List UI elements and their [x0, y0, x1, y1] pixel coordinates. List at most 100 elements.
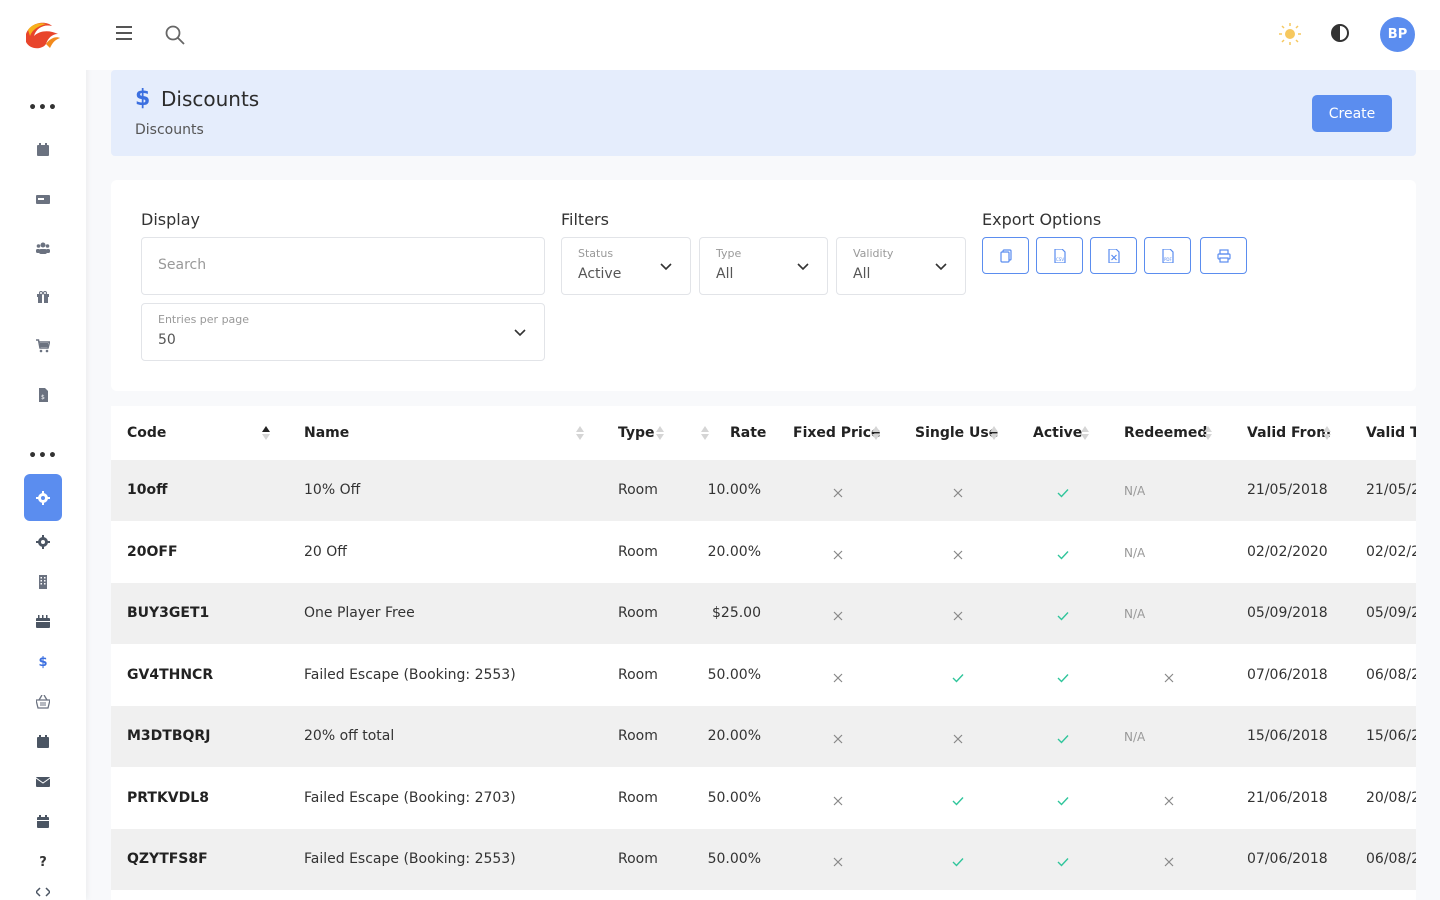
sidebar-item-basket[interactable] [24, 684, 62, 720]
sidebar-item-help[interactable]: ? [24, 844, 62, 880]
card-icon [36, 195, 50, 204]
check-icon [1057, 607, 1069, 621]
sort-icon[interactable] [1081, 426, 1089, 440]
user-avatar[interactable]: BP [1380, 17, 1415, 52]
col-active[interactable]: Active [1033, 425, 1082, 441]
sidebar-item-mail[interactable] [24, 764, 62, 800]
check-icon [1057, 792, 1069, 806]
cell-valid-to: 02/02/2 [1366, 544, 1416, 560]
sidebar-item-settings[interactable] [24, 524, 62, 560]
sort-icon[interactable] [990, 426, 998, 440]
sidebar-item-code[interactable] [24, 884, 62, 900]
cell-valid-to: 06/08/2 [1366, 667, 1416, 683]
cell-valid-to: 15/06/2 [1366, 728, 1416, 744]
page-title: Discounts [161, 87, 260, 111]
filter-card: Display Search Entries per page 50 Filte… [111, 180, 1416, 391]
sidebar-item-cards[interactable] [24, 181, 62, 217]
col-rate[interactable]: Rate [730, 425, 766, 441]
cell-rate: 50.00% [707, 851, 761, 867]
create-button[interactable]: Create [1312, 95, 1392, 132]
type-filter-select[interactable]: Type All [699, 237, 828, 295]
breadcrumb[interactable]: Discounts [135, 122, 204, 138]
sidebar-item-calendar-3[interactable] [24, 804, 62, 840]
check-icon [952, 669, 964, 683]
page-header: $ Discounts Discounts Create [111, 70, 1416, 156]
check-icon [1057, 853, 1069, 867]
cell-redeemed: N/A [1124, 607, 1146, 621]
sidebar-item-building[interactable] [24, 564, 62, 600]
validity-value: All [853, 266, 871, 282]
table-row[interactable]: 20OFF 20 Off Room 20.00% N/A 02/02/2020 02/02/… [111, 522, 1416, 583]
sidebar-item-calendar[interactable] [24, 132, 62, 168]
svg-text:$: $ [41, 394, 45, 401]
search-icon[interactable] [164, 24, 186, 46]
cell-code: M3DTBQRJ [127, 728, 211, 744]
sort-icon[interactable] [1204, 426, 1212, 440]
sort-icon[interactable] [576, 426, 584, 440]
sort-icon[interactable] [1323, 426, 1331, 440]
cell-valid-from: 07/06/2018 [1247, 851, 1328, 867]
svg-text:CSV: CSV [1056, 257, 1064, 262]
dollar-icon: $ [135, 86, 151, 111]
table-row[interactable]: GV4THNCR Failed Escape (Booking: 2553) Roo… [111, 645, 1416, 706]
search-input[interactable]: Search [141, 237, 545, 295]
sort-icon[interactable] [656, 426, 664, 440]
export-csv-button[interactable]: CSV [1036, 237, 1083, 274]
contrast-icon[interactable] [1329, 22, 1351, 44]
menu-toggle-icon[interactable] [116, 26, 132, 42]
sidebar-section-dots-1: ••• [28, 100, 58, 116]
cell-name: 10% Off [304, 482, 361, 498]
col-fixed-price[interactable]: Fixed Price [793, 425, 881, 441]
col-valid-to[interactable]: Valid To [1366, 425, 1416, 441]
cell-name: Failed Escape (Booking: 2553) [304, 851, 516, 867]
export-excel-button[interactable] [1090, 237, 1137, 274]
sidebar-item-discounts[interactable]: $ [24, 644, 62, 680]
cross-icon [952, 730, 964, 744]
sun-icon[interactable] [1278, 22, 1302, 46]
col-redeemed[interactable]: Redeemed [1124, 425, 1207, 441]
cell-rate: $25.00 [712, 605, 761, 621]
question-icon: ? [39, 854, 47, 870]
export-copy-button[interactable] [982, 237, 1029, 274]
cell-valid-to: 20/08/2 [1366, 790, 1416, 806]
logo-icon[interactable] [22, 20, 62, 52]
svg-text:PDF: PDF [1164, 257, 1172, 262]
sidebar-item-users[interactable] [24, 230, 62, 266]
col-name[interactable]: Name [304, 425, 349, 441]
cell-valid-from: 15/06/2018 [1247, 728, 1328, 744]
sort-icon[interactable] [872, 426, 880, 440]
cell-valid-to: 21/05/2 [1366, 482, 1416, 498]
cell-code: 10off [127, 482, 168, 498]
col-type[interactable]: Type [618, 425, 655, 441]
code-icon [36, 887, 50, 897]
sidebar-item-cart[interactable] [24, 328, 62, 364]
print-icon [1216, 248, 1231, 263]
table-row[interactable]: PRTKVDL8 Failed Escape (Booking: 2703) Roo… [111, 768, 1416, 829]
cell-type: Room [618, 482, 658, 498]
entries-per-page-select[interactable]: Entries per page 50 [141, 303, 545, 361]
sidebar-item-settings-active[interactable] [24, 474, 62, 521]
col-code[interactable]: Code [127, 425, 166, 441]
export-pdf-button[interactable]: PDF [1144, 237, 1191, 274]
sort-asc-icon[interactable] [262, 426, 270, 440]
validity-filter-select[interactable]: Validity All [836, 237, 966, 295]
sidebar-item-schedule[interactable] [24, 604, 62, 640]
cross-icon [952, 546, 964, 560]
table-row[interactable]: BUY3GET1 One Player Free Room $25.00 N/A 05/0… [111, 583, 1416, 644]
table-row[interactable]: 10off 10% Off Room 10.00% N/A 21/05/2018 21/05… [111, 460, 1416, 521]
status-filter-select[interactable]: Status Active [561, 237, 691, 295]
sort-icon[interactable] [701, 426, 709, 440]
col-single-use[interactable]: Single Use [915, 425, 998, 441]
sidebar-item-invoice[interactable]: $ [24, 377, 62, 413]
export-print-button[interactable] [1200, 237, 1247, 274]
sidebar-item-gifts[interactable] [24, 279, 62, 315]
check-icon [1057, 546, 1069, 560]
sidebar-item-calendar-2[interactable] [24, 724, 62, 760]
col-valid-from[interactable]: Valid From [1247, 425, 1331, 441]
table-row[interactable]: M3DTBQRJ 20% off total Room 20.00% N/A 15/06/… [111, 706, 1416, 767]
status-label: Status [578, 247, 614, 260]
check-icon [1057, 669, 1069, 683]
table-row[interactable]: QZYTFS8F Failed Escape (Booking: 2553) Roo… [111, 829, 1416, 890]
cross-icon [832, 669, 844, 683]
cross-icon [832, 546, 844, 560]
